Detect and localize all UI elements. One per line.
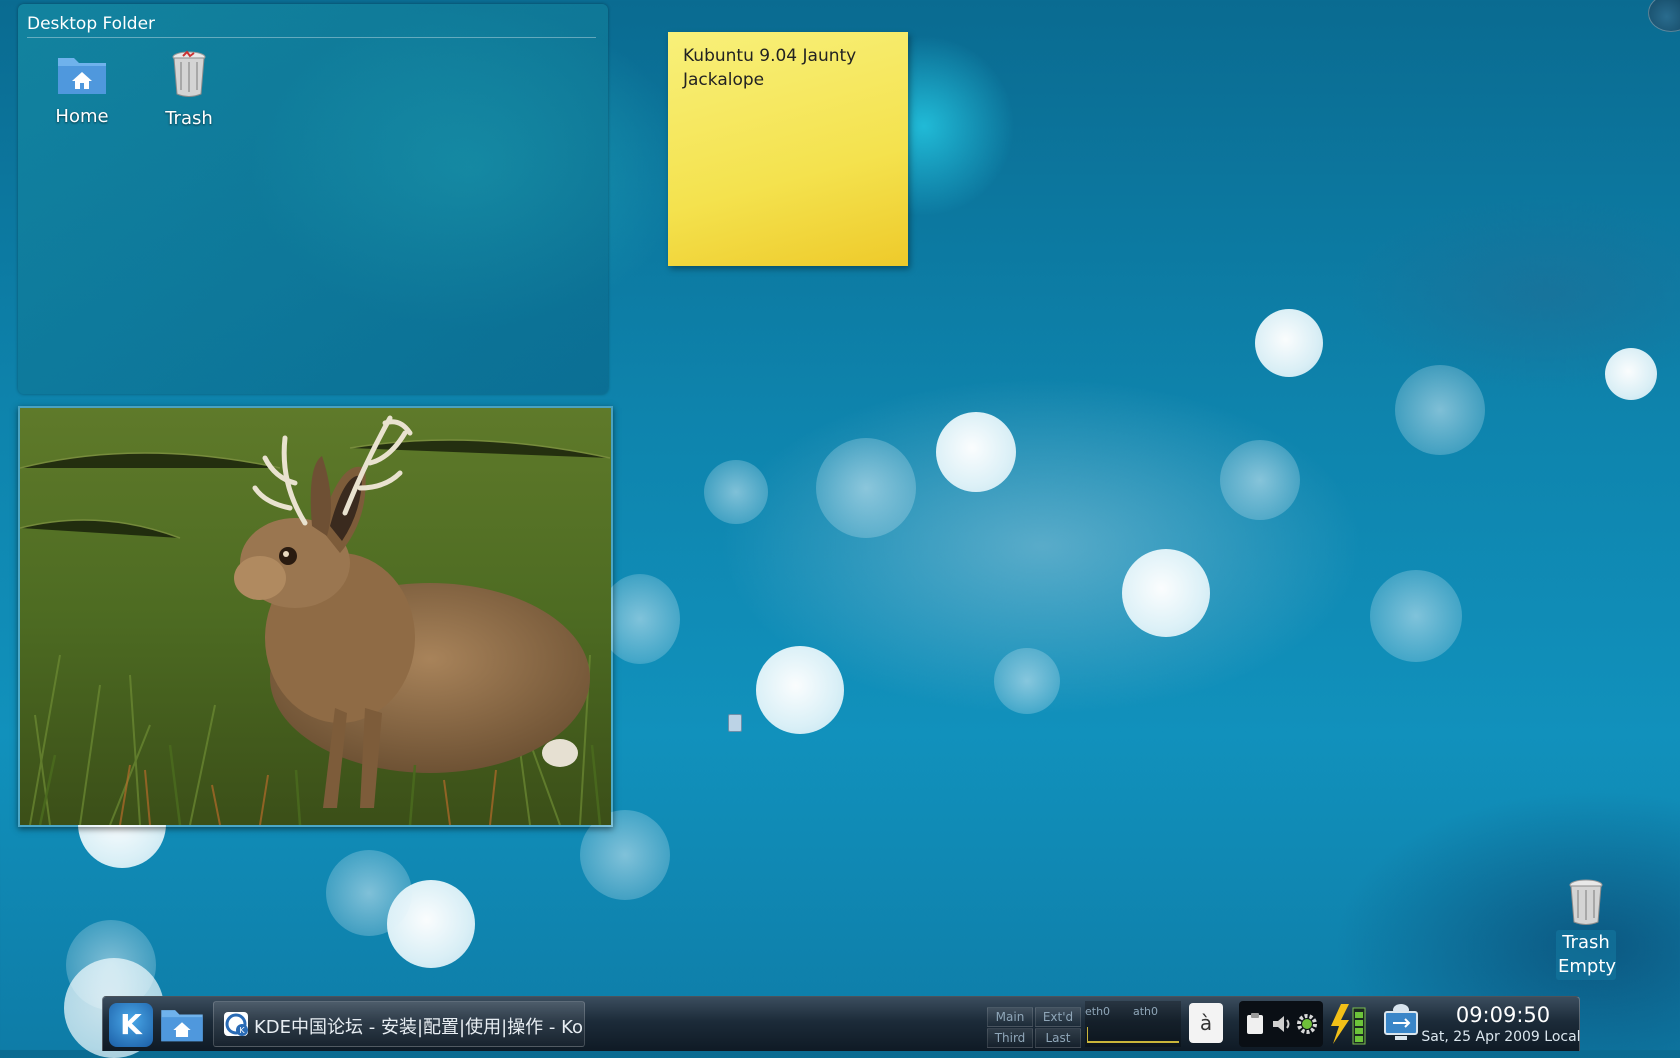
clipboard-icon[interactable] <box>1245 1012 1267 1036</box>
pager-desktop-last[interactable]: Last <box>1035 1028 1081 1048</box>
bokeh-orb <box>1605 348 1657 400</box>
battery-icon[interactable] <box>1329 1002 1369 1046</box>
trash-widget[interactable]: Trash Empty <box>1556 878 1616 980</box>
pager-desktop-main[interactable]: Main <box>987 1007 1033 1027</box>
sticky-note[interactable]: Kubuntu 9.04 Jaunty Jackalope <box>668 32 908 266</box>
folder-view-title: Desktop Folder <box>27 14 156 34</box>
kde-menu-icon: K <box>120 1008 142 1041</box>
task-title: KDE中国论坛 - 安装|配置|使用|操作 - Kor <box>254 1017 585 1038</box>
network-monitor-label: eth0 <box>1085 1005 1111 1018</box>
folder-view-separator <box>27 37 596 38</box>
clock-date[interactable]: Sat, 25 Apr 2009 Local <box>1421 1029 1581 1045</box>
note-text[interactable]: Kubuntu 9.04 Jaunty Jackalope <box>683 44 893 92</box>
network-monitor-graph <box>1087 1027 1179 1043</box>
trash-widget-title: Trash <box>1562 932 1610 953</box>
system-tray <box>1239 1001 1323 1047</box>
plasma-cashew-button[interactable] <box>1648 0 1680 32</box>
bokeh-orb <box>1255 309 1323 377</box>
trash-icon <box>172 50 206 97</box>
bokeh-orb <box>704 460 768 524</box>
trash-icon <box>1569 879 1603 925</box>
pager-desktop-third[interactable]: Third <box>987 1028 1033 1048</box>
trash-widget-label: Trash Empty <box>1556 930 1616 980</box>
taskbar-panel: K K KDE中国论坛 - 安装|配置|使用|操作 - Kor Main Ext… <box>102 996 1583 1051</box>
trash-widget-status: Empty <box>1558 956 1617 977</box>
bokeh-orb <box>994 648 1060 714</box>
svg-text:K: K <box>239 1026 245 1035</box>
taskbar-task-button[interactable]: K KDE中国论坛 - 安装|配置|使用|操作 - Kor <box>213 1001 585 1047</box>
home-folder-icon <box>161 1010 203 1042</box>
settings-icon[interactable] <box>1295 1012 1319 1036</box>
bokeh-orb <box>326 850 412 936</box>
bokeh-orb <box>816 438 916 538</box>
kde-menu-button[interactable]: K <box>109 1003 153 1047</box>
folder-view-widget: Desktop Folder Home Trash <box>18 4 608 394</box>
bokeh-orb <box>1370 570 1462 662</box>
desktop-icon-label: Trash <box>165 108 213 129</box>
bokeh-orb <box>936 412 1016 492</box>
volume-icon[interactable] <box>1271 1012 1293 1036</box>
clock-time[interactable]: 09:09:50 <box>1423 1003 1583 1027</box>
bokeh-orb <box>756 646 844 734</box>
keyboard-layout-indicator[interactable]: à <box>1189 1003 1223 1043</box>
small-file-icon[interactable] <box>728 714 742 732</box>
network-monitor[interactable]: eth0 ath0 <box>1085 1001 1181 1047</box>
home-folder-icon <box>58 58 106 94</box>
jackalope-photo <box>20 408 611 825</box>
bokeh-orb <box>1122 549 1210 637</box>
konqueror-icon: K <box>224 1012 248 1036</box>
desktop-icon-trash[interactable]: Trash <box>144 50 234 129</box>
bokeh-orb <box>1220 440 1300 520</box>
desktop-icon-home[interactable]: Home <box>37 52 127 127</box>
picture-frame-widget <box>18 406 613 827</box>
home-folder-button[interactable] <box>159 1005 205 1045</box>
pager-desktop-extd[interactable]: Ext'd <box>1035 1007 1081 1027</box>
bokeh-orb <box>1395 365 1485 455</box>
network-icon[interactable] <box>1381 1002 1421 1046</box>
network-monitor-label: ath0 <box>1133 1005 1159 1018</box>
desktop-icon-label: Home <box>55 106 109 127</box>
